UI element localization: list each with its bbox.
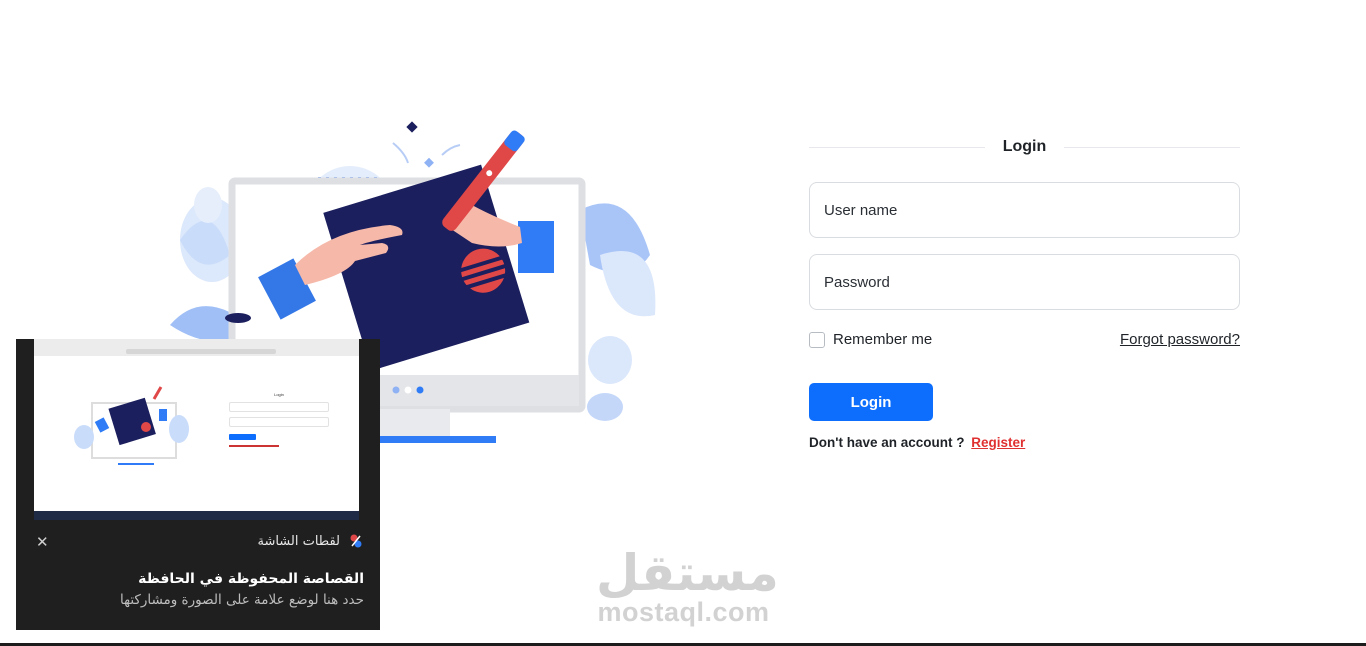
snip-thumbnail[interactable]: Login — [34, 339, 359, 520]
thumb-taskbar — [34, 511, 359, 520]
title-divider-left — [809, 146, 985, 148]
login-title: Login — [1002, 138, 1047, 155]
remember-checkbox[interactable] — [809, 331, 825, 348]
register-link[interactable]: Register — [971, 435, 1025, 450]
thumb-login-title: Login — [274, 392, 284, 397]
username-field[interactable] — [809, 182, 1240, 238]
snip-app-name: لقطات الشاشة — [257, 533, 340, 549]
thumb-password-field — [229, 417, 329, 427]
mostaql-watermark: مستقل mostaql.com — [596, 544, 779, 627]
login-form: Login Remember me Forgot password? Login… — [809, 130, 1241, 450]
snipping-tool-icon — [350, 534, 362, 548]
watermark-arabic: مستقل — [596, 544, 779, 602]
thumb-register-line — [229, 445, 279, 447]
snip-header: ✕ لقطات الشاشة — [16, 533, 380, 557]
password-field[interactable] — [809, 254, 1240, 310]
thumb-username-field — [229, 402, 329, 412]
watermark-latin: mostaql.com — [597, 597, 770, 627]
snip-app-label: لقطات الشاشة — [257, 533, 364, 549]
forgot-password-link[interactable]: Forgot password? — [1120, 331, 1240, 348]
right-sleeve — [518, 221, 554, 273]
remember-me[interactable]: Remember me — [809, 331, 932, 348]
close-icon[interactable]: ✕ — [36, 533, 49, 551]
snip-notification[interactable]: Login ✕ لقطات الشاشة القصاصة المحفوظة في… — [16, 339, 380, 630]
login-title-row: Login — [809, 130, 1241, 164]
remember-label: Remember me — [833, 331, 933, 348]
title-divider-right — [1064, 146, 1241, 148]
snip-subtitle: حدد هنا لوضع علامة على الصورة ومشاركتها — [120, 592, 364, 608]
snip-title: القصاصة المحفوظة في الحافظة — [138, 571, 364, 587]
password-input[interactable] — [822, 272, 1227, 292]
signup-prompt: Don't have an account ? Register — [809, 435, 1240, 450]
no-account-text: Don't have an account ? — [809, 435, 965, 450]
username-input[interactable] — [822, 200, 1227, 220]
thumb-login-form: Login — [229, 392, 329, 447]
login-button[interactable]: Login — [809, 383, 933, 421]
thumb-login-button — [229, 434, 256, 440]
options-row: Remember me Forgot password? — [809, 331, 1240, 348]
